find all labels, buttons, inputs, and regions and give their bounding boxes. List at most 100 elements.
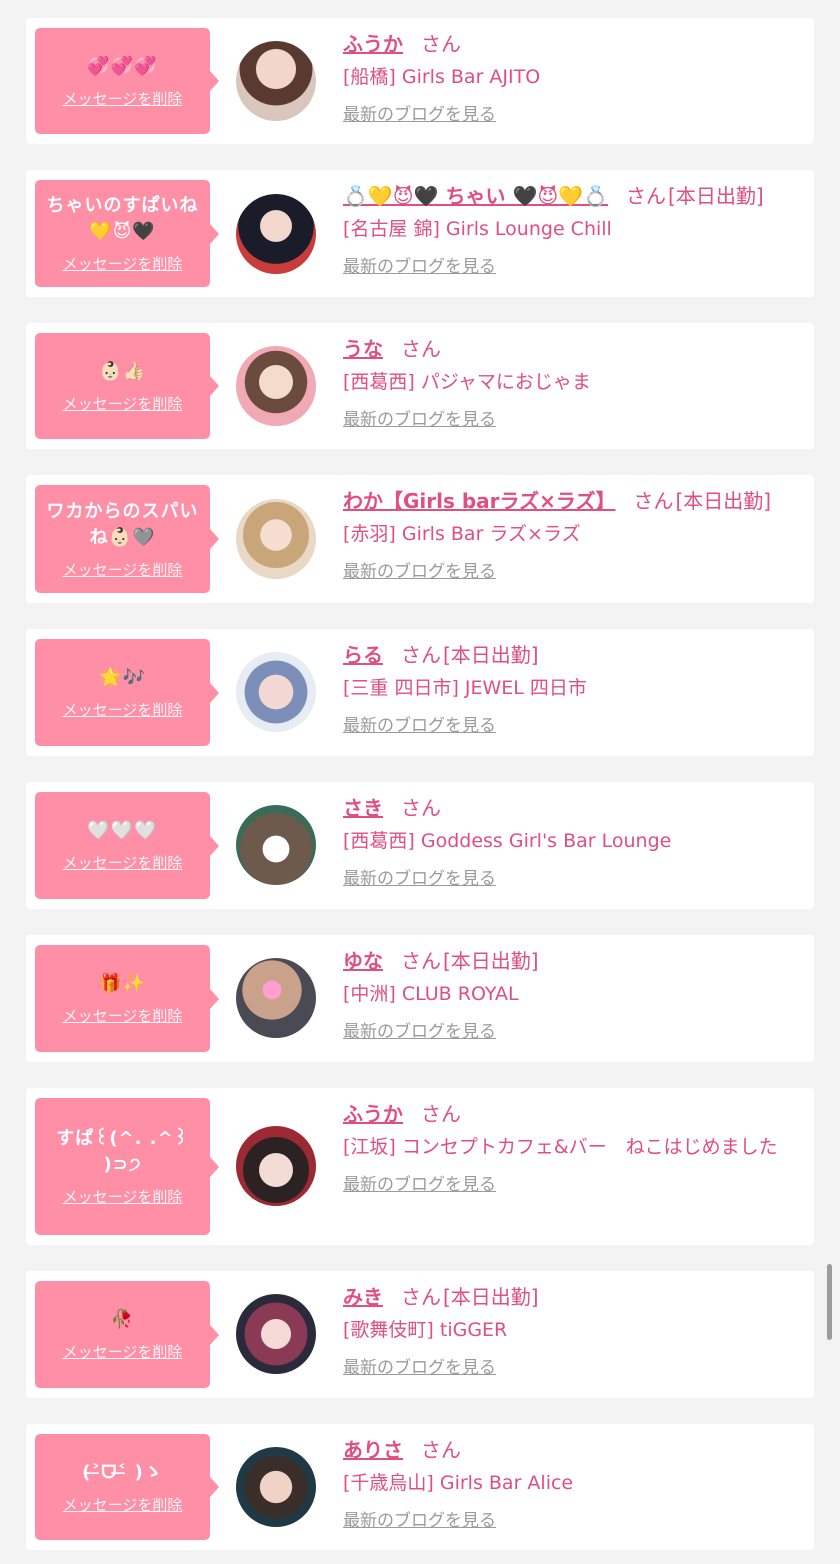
avatar[interactable]: [236, 1447, 316, 1527]
delete-message-link[interactable]: メッセージを削除: [63, 253, 183, 274]
honorific: さん: [421, 32, 461, 56]
item-info: ゆな さん [本日出勤] [中洲] CLUB ROYAL 最新のブログを見る: [343, 947, 804, 1042]
delete-message-link[interactable]: メッセージを削除: [63, 852, 183, 873]
shop-name: [江坂] コンセプトカフェ&バー ねこはじめました: [343, 1136, 778, 1158]
message-bubble: 🤍🤍🤍 メッセージを削除: [35, 792, 219, 899]
shop-name: [西葛西] パジャマにおじゃま: [343, 371, 591, 393]
latest-blog-link[interactable]: 最新のブログを見る: [343, 557, 496, 582]
item-info: うな さん [西葛西] パジャマにおじゃま 最新のブログを見る: [343, 335, 804, 430]
avatar[interactable]: [236, 652, 316, 732]
latest-blog-link[interactable]: 最新のブログを見る: [343, 252, 496, 277]
message-bubble: ちゃいのすぱいね💛😈🖤 メッセージを削除: [35, 180, 219, 287]
name-line: 💍💛😈🖤 ちゃい 🖤😈💛💍 さん [本日出勤]: [343, 182, 804, 210]
avatar[interactable]: [236, 958, 316, 1038]
work-status: [本日出勤]: [443, 1285, 539, 1309]
honorific: さん: [633, 489, 674, 513]
avatar[interactable]: [236, 41, 316, 121]
name-line: ふうか さん: [343, 1100, 804, 1128]
message-text: 👶🏻👍🏻: [99, 360, 146, 382]
message-text: 💞💞💞: [87, 55, 158, 77]
item-info: 💍💛😈🖤 ちゃい 🖤😈💛💍 さん [本日出勤] [名古屋 錦] Girls Loun…: [343, 182, 804, 277]
latest-blog-link[interactable]: 最新のブログを見る: [343, 864, 496, 889]
list-item: 🌟🎶 メッセージを削除 らる さん [本日出勤] [三重 四日市] JEWEL 四日…: [26, 629, 814, 756]
girl-name-link[interactable]: みき: [343, 1285, 383, 1309]
list-item: ワカからのスパいね👶🏻🩶 メッセージを削除 わか【Girls barラズ×ラズ】…: [26, 475, 814, 603]
delete-message-link[interactable]: メッセージを削除: [63, 88, 183, 109]
work-status: [本日出勤]: [668, 184, 764, 208]
honorific: さん: [421, 1102, 461, 1126]
name-line: ふうか さん: [343, 30, 804, 58]
shop-name: [千歳烏山] Girls Bar Alice: [343, 1472, 574, 1494]
list-item: すぱ꒰(^. .^꒱ )⊃੭ メッセージを削除 ふうか さん [江坂] コンセプト…: [26, 1088, 814, 1245]
name-line: らる さん [本日出勤]: [343, 641, 804, 669]
honorific: さん: [401, 337, 441, 361]
delete-message-link[interactable]: メッセージを削除: [63, 393, 183, 414]
item-info: みき さん [本日出勤] [歌舞伎町] tiGGER 最新のブログを見る: [343, 1283, 804, 1378]
avatar[interactable]: [236, 499, 316, 579]
girl-name-link[interactable]: ありさ: [343, 1438, 403, 1462]
message-text: (˃̶ᗜ˂̶ )ゝ: [82, 1461, 163, 1483]
latest-blog-link[interactable]: 最新のブログを見る: [343, 711, 496, 736]
girl-name-link[interactable]: さき: [343, 796, 383, 820]
girl-name-link[interactable]: 💍💛😈🖤 ちゃい 🖤😈💛💍: [343, 184, 608, 208]
delete-message-link[interactable]: メッセージを削除: [63, 1005, 183, 1026]
honorific: さん: [401, 643, 441, 667]
item-info: わか【Girls barラズ×ラズ】 さん [本日出勤] [赤羽] Girls Ba…: [343, 487, 804, 582]
shop-name: [赤羽] Girls Bar ラズ×ラズ: [343, 523, 581, 545]
list-item: 🥀 メッセージを削除 みき さん [本日出勤] [歌舞伎町] tiGGER 最新のブ…: [26, 1271, 814, 1398]
message-text: 🤍🤍🤍: [87, 820, 158, 841]
item-info: ふうか さん [江坂] コンセプトカフェ&バー ねこはじめました 最新のブログを見…: [343, 1100, 804, 1195]
latest-blog-link[interactable]: 最新のブログを見る: [343, 1506, 496, 1531]
latest-blog-link[interactable]: 最新のブログを見る: [343, 100, 496, 125]
message-bubble: すぱ꒰(^. .^꒱ )⊃੭ メッセージを削除: [35, 1098, 219, 1235]
message-bubble: 👶🏻👍🏻 メッセージを削除: [35, 333, 219, 439]
honorific: さん: [401, 1285, 441, 1309]
latest-blog-link[interactable]: 最新のブログを見る: [343, 405, 496, 430]
shop-name: [中洲] CLUB ROYAL: [343, 983, 519, 1005]
message-text: 🌟🎶: [99, 667, 146, 688]
list-item: 👶🏻👍🏻 メッセージを削除 うな さん [西葛西] パジャマにおじゃま 最新のブロ…: [26, 323, 814, 449]
shop-name: [名古屋 錦] Girls Lounge Chill: [343, 218, 612, 240]
delete-message-link[interactable]: メッセージを削除: [63, 559, 183, 580]
latest-blog-link[interactable]: 最新のブログを見る: [343, 1017, 496, 1042]
avatar[interactable]: [236, 1126, 316, 1206]
shop-name: [三重 四日市] JEWEL 四日市: [343, 677, 587, 699]
delete-message-link[interactable]: メッセージを削除: [63, 1186, 183, 1207]
girl-name-link[interactable]: うな: [343, 337, 383, 361]
message-text: ちゃいのすぱいね💛😈🖤: [46, 195, 199, 242]
list-item: ちゃいのすぱいね💛😈🖤 メッセージを削除 💍💛😈🖤 ちゃい 🖤😈💛💍 さん [本日出…: [26, 170, 814, 297]
message-text: 🥀: [110, 1309, 135, 1330]
item-info: ふうか さん [船橋] Girls Bar AJITO 最新のブログを見る: [343, 30, 804, 125]
shop-name: [西葛西] Goddess Girl's Bar Lounge: [343, 830, 672, 852]
girl-name-link[interactable]: らる: [343, 643, 383, 667]
shop-name: [船橋] Girls Bar AJITO: [343, 66, 541, 88]
item-info: ありさ さん [千歳烏山] Girls Bar Alice 最新のブログを見る: [343, 1436, 804, 1531]
message-bubble: 🥀 メッセージを削除: [35, 1281, 219, 1388]
name-line: ゆな さん [本日出勤]: [343, 947, 804, 975]
message-text: ワカからのスパいね👶🏻🩶: [46, 500, 199, 548]
list-item: (˃̶ᗜ˂̶ )ゝ メッセージを削除 ありさ さん [千歳烏山] Girls Ba…: [26, 1424, 814, 1550]
shop-name: [歌舞伎町] tiGGER: [343, 1319, 508, 1341]
girl-name-link[interactable]: ふうか: [343, 1102, 403, 1126]
message-bubble: 🎁✨ メッセージを削除: [35, 945, 219, 1052]
work-status: [本日出勤]: [675, 489, 772, 513]
girl-name-link[interactable]: わか【Girls barラズ×ラズ】: [343, 489, 616, 513]
scrollbar[interactable]: [827, 1264, 832, 1340]
work-status: [本日出勤]: [443, 949, 539, 973]
delete-message-link[interactable]: メッセージを削除: [63, 1341, 183, 1362]
girl-name-link[interactable]: ふうか: [343, 32, 403, 56]
name-line: みき さん [本日出勤]: [343, 1283, 804, 1311]
latest-blog-link[interactable]: 最新のブログを見る: [343, 1353, 496, 1378]
honorific: さん: [626, 184, 667, 208]
avatar[interactable]: [236, 194, 316, 274]
name-line: ありさ さん: [343, 1436, 804, 1464]
avatar[interactable]: [236, 346, 316, 426]
delete-message-link[interactable]: メッセージを削除: [63, 1494, 183, 1515]
delete-message-link[interactable]: メッセージを削除: [63, 699, 183, 720]
girl-name-link[interactable]: ゆな: [343, 949, 383, 973]
avatar[interactable]: [236, 805, 316, 885]
latest-blog-link[interactable]: 最新のブログを見る: [343, 1170, 496, 1195]
avatar[interactable]: [236, 1294, 316, 1374]
item-info: さき さん [西葛西] Goddess Girl's Bar Lounge 最新の…: [343, 794, 804, 889]
message-text: 🎁✨: [99, 973, 146, 994]
